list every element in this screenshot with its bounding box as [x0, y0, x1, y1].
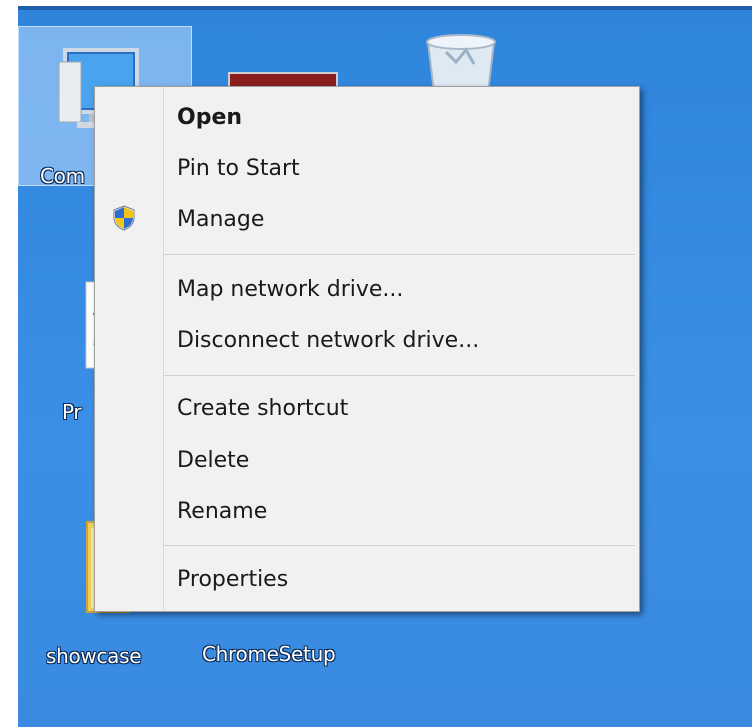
menu-item-delete[interactable]: Delete: [95, 436, 639, 484]
menu-item-open[interactable]: Open: [95, 93, 639, 141]
uac-shield-icon: [113, 205, 135, 231]
menu-item-map-network-drive[interactable]: Map network drive...: [95, 265, 639, 313]
menu-item-properties[interactable]: Properties: [95, 555, 639, 603]
menu-separator: [164, 375, 635, 376]
desktop-icon-label: Pr: [62, 400, 82, 424]
desktop-icon-label: showcase: [46, 644, 142, 668]
menu-item-manage[interactable]: Manage: [95, 195, 639, 243]
menu-item-disconnect-network-drive[interactable]: Disconnect network drive...: [95, 316, 639, 364]
window-edge: [18, 6, 752, 10]
context-menu: Open Pin to Start Manage Map network dri…: [94, 86, 640, 612]
menu-separator: [164, 254, 635, 255]
menu-item-create-shortcut[interactable]: Create shortcut: [95, 384, 639, 432]
recycle-bin-icon: [426, 34, 496, 93]
desktop-icon-label: Com: [40, 164, 85, 188]
desktop-icon-label: ChromeSetup: [202, 642, 336, 666]
menu-item-rename[interactable]: Rename: [95, 487, 639, 535]
menu-separator: [164, 545, 635, 546]
menu-item-pin-to-start[interactable]: Pin to Start: [95, 144, 639, 192]
